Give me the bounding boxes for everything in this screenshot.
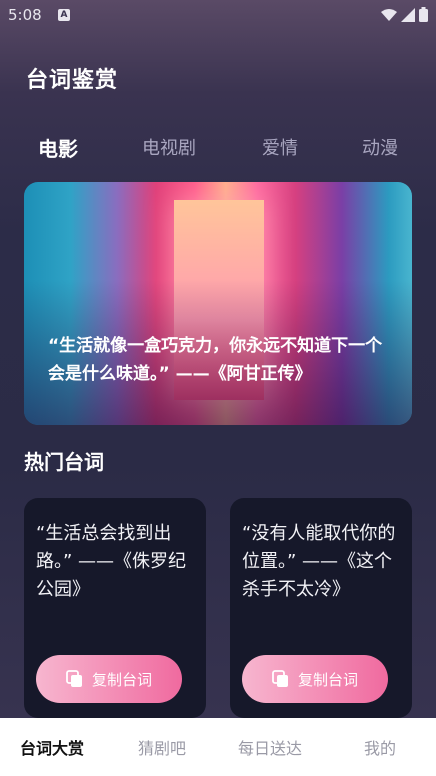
copy-quote-button[interactable]: 复制台词 [242, 655, 388, 703]
signal-icon [401, 7, 415, 22]
banner-quote: “生活就像一盒巧克力，你永远不知道下一个会是什么味道。” ——《阿甘正传》 [48, 336, 383, 384]
nav-daily[interactable]: 每日送达 [238, 735, 302, 759]
battery-icon [419, 7, 428, 22]
copy-button-label: 复制台词 [297, 670, 358, 689]
nav-guess-drama[interactable]: 猜剧吧 [138, 735, 186, 759]
quote-card: “生活总会找到出路。” ——《侏罗纪公园》 复制台词 [24, 498, 206, 718]
card-quote: “没有人能取代你的位置。” ——《这个杀手不太冷》 [242, 523, 396, 600]
card-quote: “生活总会找到出路。” ——《侏罗纪公园》 [36, 523, 187, 600]
tab-romance[interactable]: 爱情 [262, 134, 298, 160]
nav-mine[interactable]: 我的 [364, 735, 396, 759]
quote-card: “没有人能取代你的位置。” ——《这个杀手不太冷》 复制台词 [230, 498, 412, 718]
notification-a-icon: A [58, 9, 70, 21]
hot-quotes-title: 热门台词 [24, 450, 104, 474]
bottom-navigation: 台词大赏 猜剧吧 每日送达 我的 [0, 718, 436, 776]
nav-quotes[interactable]: 台词大赏 [20, 735, 84, 759]
status-time: 5:08 [8, 6, 42, 24]
tab-movie[interactable]: 电影 [38, 133, 78, 162]
status-bar: 5:08 A [0, 0, 436, 30]
copy-quote-button[interactable]: 复制台词 [36, 655, 182, 703]
status-icons [381, 7, 428, 22]
copy-icon [66, 670, 82, 687]
featured-banner[interactable]: “生活就像一盒巧克力，你永远不知道下一个会是什么味道。” ——《阿甘正传》 [24, 182, 412, 425]
wifi-icon [381, 8, 397, 21]
copy-icon [272, 670, 288, 687]
tab-anime[interactable]: 动漫 [362, 134, 398, 160]
tab-tv-series[interactable]: 电视剧 [142, 134, 196, 160]
page-title: 台词鉴赏 [26, 68, 119, 93]
copy-button-label: 复制台词 [91, 670, 152, 689]
category-tabs: 电影 电视剧 爱情 动漫 [0, 134, 436, 164]
